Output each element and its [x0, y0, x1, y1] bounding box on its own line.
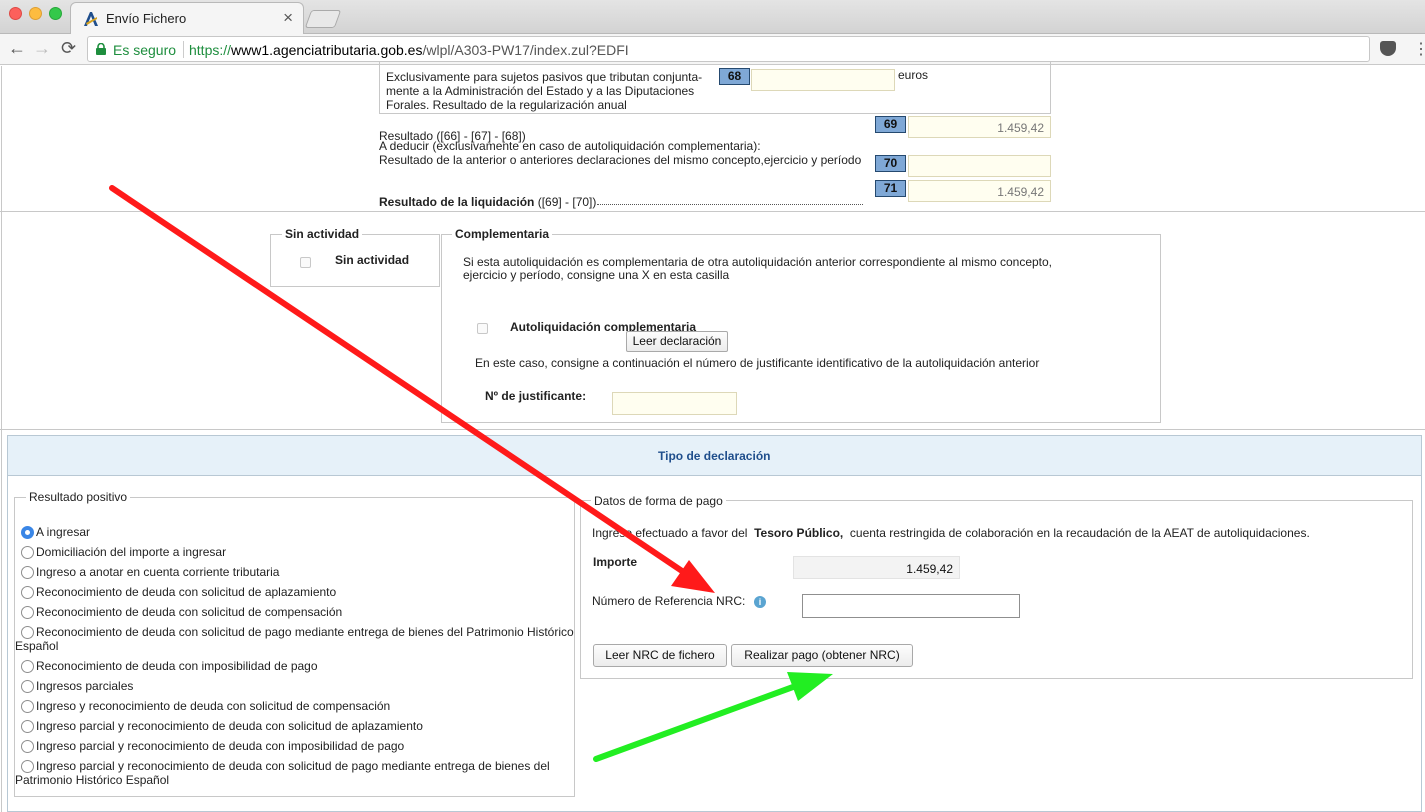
- box69-value: 1.459,42: [908, 116, 1051, 138]
- liquidacion-dotted-leader: [597, 204, 863, 205]
- page-left-border: [1, 66, 2, 812]
- browser-titlebar: Envío Fichero ×: [0, 0, 1425, 34]
- resultado-radio-label: Ingreso parcial y reconocimiento de deud…: [15, 759, 550, 787]
- liquidacion-label: Resultado de la liquidación ([69] - [70]…: [379, 195, 596, 209]
- box68-badge: 68: [719, 68, 750, 85]
- leer-nrc-button[interactable]: Leer NRC de fichero: [593, 644, 727, 667]
- box68-text-line3: Forales. Resultado de la regularización …: [386, 98, 627, 112]
- tab-close-icon[interactable]: ×: [283, 8, 293, 28]
- browser-toolbar: ← → ⟳ Es seguro https://www1.agenciatrib…: [0, 34, 1425, 65]
- box68-input[interactable]: [751, 69, 895, 91]
- resultado-radio-label: Reconocimiento de deuda con solicitud de…: [36, 585, 337, 599]
- resultado-radio-label: Domiciliación del importe a ingresar: [36, 545, 227, 559]
- pocket-extension-icon[interactable]: [1380, 41, 1396, 56]
- box68-text-line1: Exclusivamente para sujetos pasivos que …: [386, 70, 703, 84]
- resultado-radio-label: Ingresos parciales: [36, 679, 134, 693]
- box71-value: 1.459,42: [908, 180, 1051, 202]
- browser-tab-active[interactable]: Envío Fichero ×: [70, 2, 304, 34]
- realizar-pago-button[interactable]: Realizar pago (obtener NRC): [731, 644, 913, 667]
- window-zoom-button[interactable]: [49, 7, 62, 20]
- window-close-button[interactable]: [9, 7, 22, 20]
- section-divider-2: [0, 429, 1425, 430]
- back-arrow-icon[interactable]: ←: [8, 38, 26, 59]
- importe-value: 1.459,42: [793, 556, 960, 579]
- resultado-radio-label: Ingreso a anotar en cuenta corriente tri…: [36, 565, 280, 579]
- section-divider-1: [0, 211, 1425, 212]
- url-path: /wlpl/A303-PW17/index.zul?EDFI: [422, 42, 629, 58]
- resultado-radio-label: A ingresar: [36, 525, 91, 539]
- leer-declaracion-button[interactable]: Leer declaración: [626, 331, 728, 352]
- url-scheme: https://: [189, 42, 232, 58]
- tesoro-publico: Tesoro Público,: [754, 526, 844, 540]
- tab-title: Envío Fichero: [106, 11, 187, 26]
- justificante-label: Nº de justificante:: [485, 389, 587, 403]
- complementaria-checkbox[interactable]: [477, 323, 488, 334]
- justificante-input[interactable]: [612, 392, 737, 415]
- ingreso-text: Ingreso efectuado a favor del Tesoro Púb…: [592, 526, 1310, 540]
- box70-badge: 70: [875, 155, 906, 172]
- secure-label: Es seguro: [113, 42, 177, 58]
- nrc-input[interactable]: [802, 594, 1020, 618]
- nrc-label: Número de Referencia NRC:: [592, 594, 746, 608]
- deducir-line2: Resultado de la anterior o anteriores de…: [379, 153, 862, 167]
- window-minimize-button[interactable]: [29, 7, 42, 20]
- browser-menu-icon[interactable]: ⋮: [1413, 39, 1425, 59]
- forma-pago-legend: Datos de forma de pago: [591, 494, 726, 508]
- sin-actividad-checkbox-label: Sin actividad: [335, 253, 410, 267]
- resultado-radio-label: Ingreso parcial y reconocimiento de deud…: [36, 739, 405, 753]
- box68-unit: euros: [898, 68, 929, 82]
- importe-label: Importe: [593, 555, 638, 569]
- box68-text-line2: mente a la Administración del Estado y a…: [386, 84, 695, 98]
- resultado-radio-label: Ingreso parcial y reconocimiento de deud…: [36, 719, 423, 733]
- sin-actividad-legend: Sin actividad: [282, 227, 363, 241]
- info-icon[interactable]: i: [754, 596, 766, 608]
- deducir-line1: A deducir (exclusivamente en caso de aut…: [379, 139, 761, 153]
- forward-arrow-icon[interactable]: →: [33, 38, 51, 59]
- sin-actividad-checkbox[interactable]: [300, 257, 311, 268]
- box70-input[interactable]: [908, 155, 1051, 177]
- liquidacion-formula: ([69] - [70]): [537, 195, 597, 209]
- complementaria-text-line2: ejercicio y período, consigne una X en e…: [463, 268, 730, 282]
- resultado-radio-label: Reconocimiento de deuda con solicitud de…: [36, 605, 343, 619]
- url-host: www1.agenciatributaria.gob.es: [231, 42, 423, 58]
- en-este-caso-text: En este caso, consigne a continuación el…: [475, 356, 1040, 370]
- liquidacion-label-strong: Resultado de la liquidación: [379, 195, 535, 209]
- complementaria-legend: Complementaria: [452, 227, 553, 241]
- resultado-radio-label: Reconocimiento de deuda con solicitud de…: [15, 625, 574, 653]
- reload-icon[interactable]: ⟳: [61, 38, 76, 59]
- box69-badge: 69: [875, 116, 906, 133]
- new-tab-button[interactable]: [304, 10, 342, 28]
- aeat-favicon-icon: [84, 12, 98, 26]
- ingreso-suffix: cuenta restringida de colaboración en la…: [849, 526, 1310, 540]
- url-text[interactable]: https://www1.agenciatributaria.gob.es/wl…: [189, 42, 629, 58]
- resultado-radio-label: Ingreso y reconocimiento de deuda con so…: [36, 699, 391, 713]
- resultado-radio-label: Reconocimiento de deuda con imposibilida…: [36, 659, 318, 673]
- lock-icon: [96, 43, 106, 55]
- complementaria-text-line1: Si esta autoliquidación es complementari…: [463, 255, 1053, 269]
- resultado-positivo-legend: Resultado positivo: [26, 490, 131, 504]
- address-bar[interactable]: Es seguro https://www1.agenciatributaria…: [87, 36, 1370, 62]
- tipo-declaracion-title: Tipo de declaración: [658, 449, 771, 463]
- address-separator: [183, 41, 184, 58]
- box71-badge: 71: [875, 180, 906, 197]
- ingreso-prefix: Ingreso efectuado a favor del: [592, 526, 748, 540]
